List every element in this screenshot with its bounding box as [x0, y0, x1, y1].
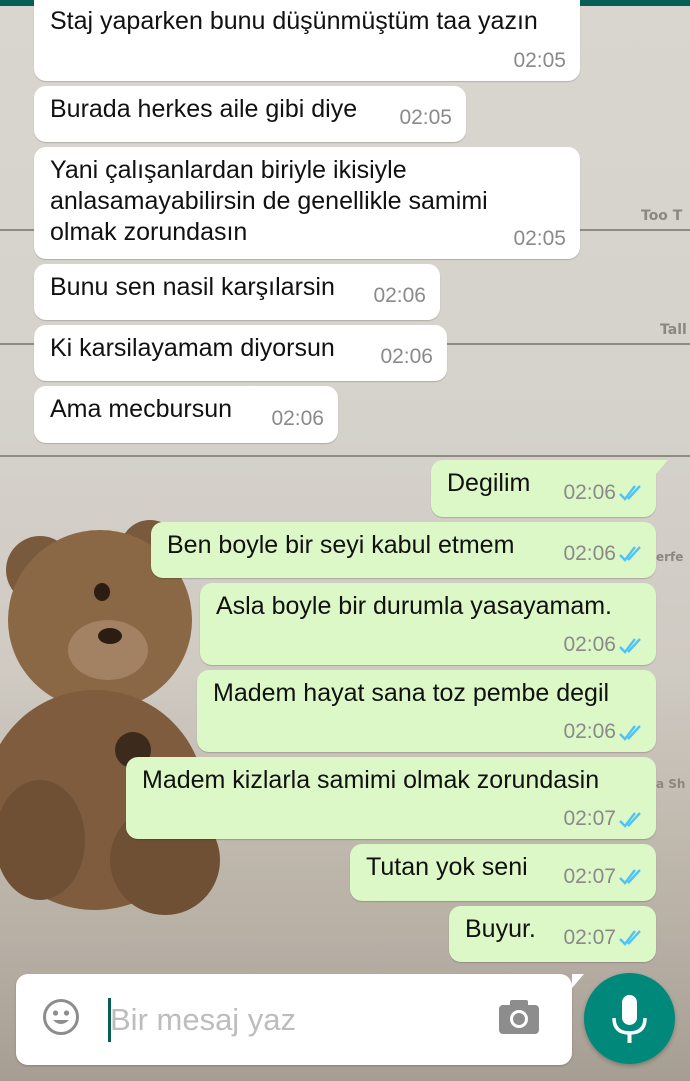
message-text: Bunu sen nasil karşılarsin	[50, 273, 335, 301]
message-text: Ki karsilayamam diyorsun	[50, 334, 335, 362]
message-input[interactable]: Bir mesaj yaz	[110, 1000, 296, 1040]
outgoing-message[interactable]: Tutan yok seni 02:07	[350, 844, 656, 901]
message-time: 02:07	[563, 926, 616, 949]
incoming-message[interactable]: Yani çalışanlardan biriyle ikisiyle anla…	[34, 147, 580, 259]
message-text: Tutan yok seni	[366, 853, 528, 881]
outgoing-message[interactable]: Degilim 02:06	[431, 460, 668, 517]
message-time: 02:05	[513, 227, 566, 250]
message-text: Yani çalışanlardan biriyle ikisiyle anla…	[50, 156, 488, 246]
composer-tail	[572, 974, 584, 988]
message-time: 02:06	[563, 633, 616, 656]
message-time: 02:06	[563, 481, 616, 504]
message-text: Burada herkes aile gibi diye	[50, 95, 358, 123]
read-receipt-icon	[619, 638, 641, 654]
wallpaper-shelf-line	[0, 455, 690, 457]
message-composer: Bir mesaj yaz	[16, 974, 584, 1065]
incoming-message[interactable]: Burada herkes aile gibi diye 02:05	[34, 86, 466, 142]
message-time: 02:05	[513, 49, 566, 72]
message-time: 02:06	[563, 542, 616, 565]
message-text: Degilim	[447, 469, 531, 497]
read-receipt-icon	[619, 546, 641, 562]
incoming-message[interactable]: Ama mecbursun 02:06	[34, 386, 338, 443]
incoming-message[interactable]: Bunu sen nasil karşılarsin 02:06	[34, 264, 440, 320]
wallpaper-book-label: a Sh	[656, 777, 686, 791]
message-text: Ama mecbursun	[50, 395, 233, 423]
message-time: 02:06	[563, 720, 616, 743]
message-text: Madem hayat sana toz pembe degil	[213, 679, 610, 707]
message-time: 02:05	[399, 106, 452, 129]
smiley-icon[interactable]	[42, 998, 80, 1036]
outgoing-message[interactable]: Ben boyle bir seyi kabul etmem 02:06	[151, 522, 656, 578]
microphone-button[interactable]	[584, 973, 675, 1064]
message-text: Asla boyle bir durumla yasayamam.	[216, 592, 612, 620]
read-receipt-icon	[619, 485, 641, 501]
read-receipt-icon	[619, 869, 641, 885]
message-time: 02:07	[563, 865, 616, 888]
camera-icon[interactable]	[498, 998, 540, 1036]
outgoing-message[interactable]: Asla boyle bir durumla yasayamam. 02:06	[200, 583, 656, 665]
outgoing-message[interactable]: Madem hayat sana toz pembe degil 02:06	[197, 670, 656, 752]
wallpaper-book-label: erfe	[656, 550, 684, 564]
message-time: 02:07	[563, 807, 616, 830]
outgoing-message[interactable]: Madem kizlarla samimi olmak zorundasin 0…	[126, 757, 656, 839]
message-text: Madem kizlarla samimi olmak zorundasin	[142, 766, 600, 794]
message-time: 02:06	[380, 345, 433, 368]
message-text: Buyur.	[465, 915, 536, 943]
message-time: 02:06	[271, 407, 324, 430]
incoming-message[interactable]: Ki karsilayamam diyorsun 02:06	[34, 325, 447, 381]
wallpaper-book-label: Too T	[641, 208, 683, 224]
read-receipt-icon	[619, 725, 641, 741]
read-receipt-icon	[619, 930, 641, 946]
wallpaper-book-label: Tall	[660, 322, 687, 338]
message-text: Ben boyle bir seyi kabul etmem	[167, 531, 515, 559]
outgoing-message[interactable]: Buyur. 02:07	[449, 906, 656, 962]
microphone-icon	[612, 995, 647, 1043]
read-receipt-icon	[619, 812, 641, 828]
message-text: Staj yaparken bunu düşünmüştüm taa yazın	[50, 7, 538, 35]
bubble-tail	[656, 460, 668, 474]
message-time: 02:06	[373, 284, 426, 307]
incoming-message[interactable]: Staj yaparken bunu düşünmüştüm taa yazın…	[34, 0, 580, 81]
